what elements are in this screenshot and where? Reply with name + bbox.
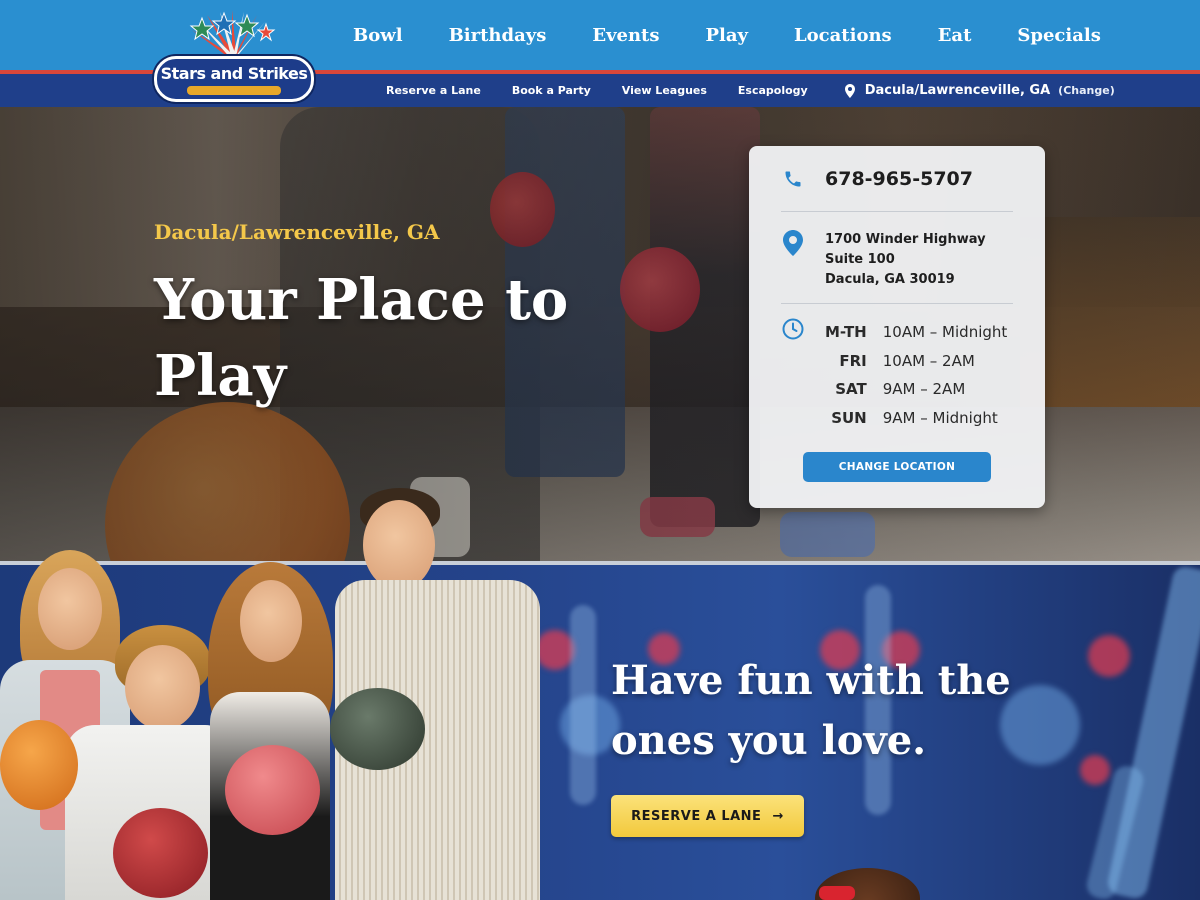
hours-entry: SUN 9AM – Midnight	[825, 404, 1007, 433]
subnav-view-leagues[interactable]: View Leagues	[622, 84, 707, 97]
reserve-lane-button[interactable]: RESERVE A LANE →	[611, 795, 804, 837]
subnav-escapology[interactable]: Escapology	[738, 84, 808, 97]
phone-row: 678-965-5707	[781, 168, 1013, 190]
clock-icon	[781, 318, 805, 432]
bowling-ball	[0, 720, 78, 810]
family-member	[200, 562, 340, 900]
reserve-lane-label: RESERVE A LANE	[631, 808, 762, 824]
hours-day: FRI	[839, 351, 867, 370]
bowling-ball	[113, 808, 208, 898]
subnav-reserve-lane[interactable]: Reserve a Lane	[386, 84, 481, 97]
promo-title: Have fun with the ones you love.	[611, 657, 1011, 764]
main-nav: Bowl Birthdays Events Play Locations Eat…	[330, 0, 1124, 70]
hours-entry: SAT 9AM – 2AM	[825, 375, 1007, 404]
address-line1: 1700 Winder Highway	[825, 232, 986, 247]
bowling-ball	[225, 745, 320, 835]
bowling-ball	[330, 688, 425, 770]
family-photo	[0, 480, 540, 900]
logo-wordmark: Stars and Strikes	[160, 64, 308, 83]
card-divider	[781, 303, 1013, 304]
address-row: 1700 Winder Highway Suite 100 Dacula, GA…	[781, 230, 1013, 290]
location-info-card: 678-965-5707 1700 Winder Highway Suite 1…	[749, 146, 1045, 508]
bokeh-light	[535, 630, 575, 670]
hours-table: M-TH 10AM – Midnight FRI 10AM – 2AM SAT 9AM…	[825, 318, 1007, 432]
brand-logo[interactable]: Stars and Strikes	[152, 8, 317, 103]
hours-day: SUN	[831, 408, 867, 427]
location-city: Dacula/Lawrenceville, GA	[864, 83, 1051, 98]
hours-day: SAT	[835, 380, 867, 399]
hero-city: Dacula/Lawrenceville, GA	[154, 220, 440, 244]
hours-entry: M-TH 10AM – Midnight	[825, 318, 1007, 347]
nav-events[interactable]: Events	[592, 25, 659, 46]
hours-time: 10AM – Midnight	[882, 323, 1008, 342]
map-pin-icon	[844, 83, 855, 98]
phone-icon	[781, 169, 805, 189]
bokeh-light	[1088, 635, 1130, 677]
light-streak	[570, 605, 596, 805]
change-location-button[interactable]: CHANGE LOCATION	[803, 452, 991, 482]
hours-entry: FRI 10AM – 2AM	[825, 347, 1007, 376]
nav-play[interactable]: Play	[706, 25, 749, 46]
nav-bowl[interactable]: Bowl	[353, 25, 403, 46]
hero-title: Your Place to Play	[154, 267, 569, 409]
address-line2: Suite 100	[825, 252, 895, 267]
map-pin-icon	[781, 230, 805, 290]
logo-tagline-bar	[187, 86, 281, 95]
current-location: Dacula/Lawrenceville, GA (Change)	[844, 83, 1115, 98]
subnav-book-party[interactable]: Book a Party	[512, 84, 591, 97]
hours-row: M-TH 10AM – Midnight FRI 10AM – 2AM SAT 9AM…	[781, 318, 1013, 432]
address-line3: Dacula, GA 30019	[825, 272, 955, 287]
sub-nav: Reserve a Lane Book a Party View Leagues…	[386, 74, 1115, 107]
bokeh-light	[1080, 755, 1110, 785]
nav-eat[interactable]: Eat	[938, 25, 972, 46]
nav-specials[interactable]: Specials	[1017, 25, 1100, 46]
location-change-link[interactable]: (Change)	[1058, 84, 1115, 97]
hair-bow	[819, 886, 855, 900]
hours-time: 10AM – 2AM	[882, 351, 975, 370]
address-text[interactable]: 1700 Winder Highway Suite 100 Dacula, GA…	[825, 230, 986, 290]
logo-plate: Stars and Strikes	[154, 56, 314, 102]
nav-birthdays[interactable]: Birthdays	[449, 25, 547, 46]
card-divider	[781, 211, 1013, 212]
hours-time: 9AM – Midnight	[882, 408, 998, 427]
arrow-right-icon: →	[772, 808, 784, 824]
hours-day: M-TH	[825, 323, 867, 342]
hours-time: 9AM – 2AM	[882, 380, 966, 399]
nav-locations[interactable]: Locations	[794, 25, 892, 46]
phone-number-link[interactable]: 678-965-5707	[825, 168, 973, 190]
